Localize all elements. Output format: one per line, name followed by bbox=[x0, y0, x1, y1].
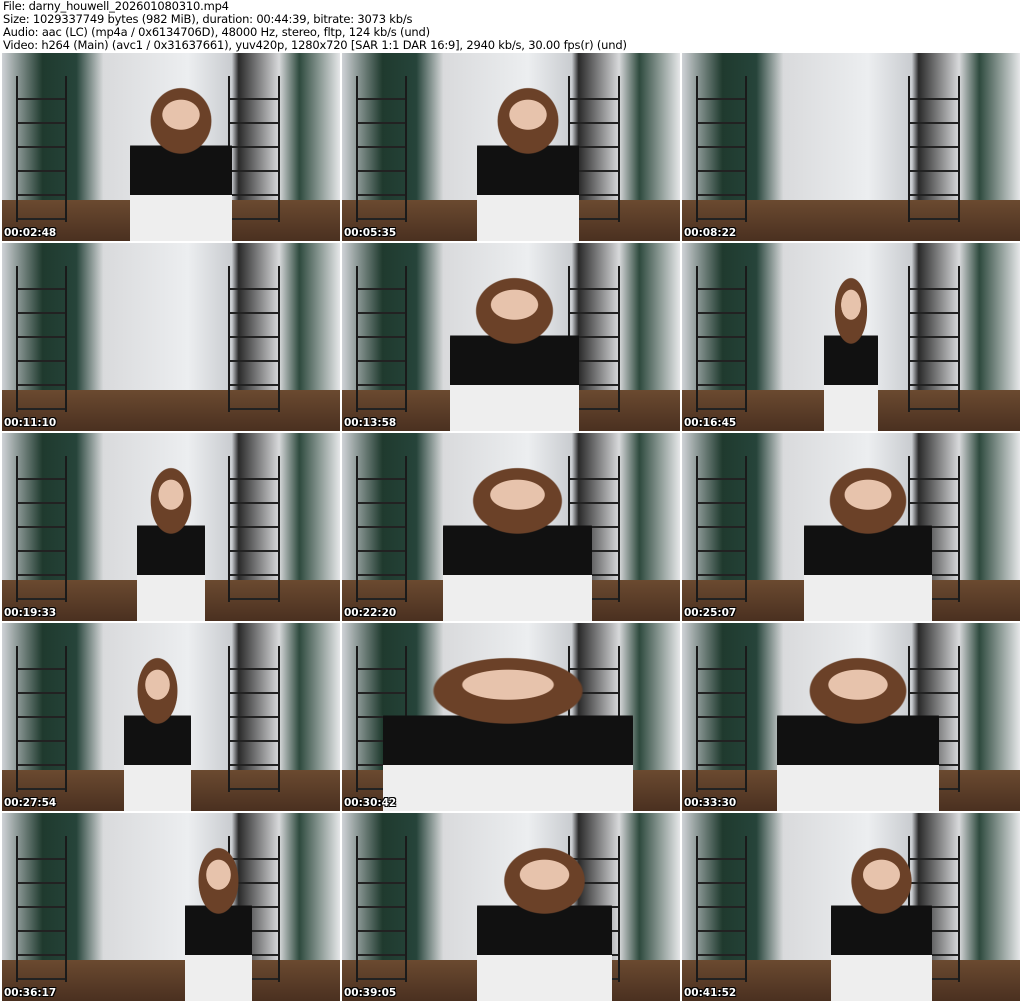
person bbox=[477, 86, 579, 241]
video-thumbnail[interactable]: 00:30:42 bbox=[342, 623, 680, 811]
person bbox=[130, 86, 232, 241]
shelf bbox=[15, 75, 67, 223]
video-thumbnail[interactable]: 00:25:07 bbox=[682, 433, 1020, 621]
shelf bbox=[355, 835, 407, 983]
video-thumbnail[interactable]: 00:16:45 bbox=[682, 243, 1020, 431]
timestamp: 00:39:05 bbox=[344, 987, 397, 999]
person bbox=[823, 276, 879, 431]
video-thumbnail[interactable]: 00:39:05 bbox=[342, 813, 680, 1001]
person bbox=[450, 276, 579, 431]
video-thumbnail[interactable]: 00:11:10 bbox=[2, 243, 340, 431]
person bbox=[137, 466, 205, 621]
shelf bbox=[695, 835, 747, 983]
person bbox=[382, 656, 633, 811]
shelf bbox=[355, 75, 407, 223]
file-info-header: File: darny_houwell_202601080310.mp4 Siz… bbox=[3, 0, 627, 52]
video-thumbnail[interactable]: 00:19:33 bbox=[2, 433, 340, 621]
person bbox=[477, 846, 613, 1001]
video-thumbnail[interactable]: 00:27:54 bbox=[2, 623, 340, 811]
person bbox=[123, 656, 192, 811]
video-thumbnail[interactable]: 00:22:20 bbox=[342, 433, 680, 621]
shelf bbox=[228, 75, 280, 223]
timestamp: 00:27:54 bbox=[4, 797, 57, 809]
shelf bbox=[908, 265, 960, 413]
shelf bbox=[15, 265, 67, 413]
shelf bbox=[355, 265, 407, 413]
timestamp: 00:41:52 bbox=[684, 987, 737, 999]
video-thumbnail[interactable]: 00:13:58 bbox=[342, 243, 680, 431]
thumbnail-grid: 00:02:48 00:05:35 00:08:22 00:11:10 00:1… bbox=[2, 53, 1020, 1001]
shelf bbox=[15, 645, 67, 793]
shelf bbox=[355, 455, 407, 603]
shelf bbox=[228, 645, 280, 793]
timestamp: 00:13:58 bbox=[344, 417, 397, 429]
timestamp: 00:36:17 bbox=[4, 987, 57, 999]
timestamp: 00:11:10 bbox=[4, 417, 57, 429]
shelf bbox=[15, 835, 67, 983]
video-thumbnail[interactable]: 00:02:48 bbox=[2, 53, 340, 241]
timestamp: 00:19:33 bbox=[4, 607, 57, 619]
timestamp: 00:05:35 bbox=[344, 227, 397, 239]
person bbox=[830, 846, 933, 1001]
shelf bbox=[695, 645, 747, 793]
shelf bbox=[695, 265, 747, 413]
timestamp: 00:22:20 bbox=[344, 607, 397, 619]
person bbox=[443, 466, 593, 621]
shelf bbox=[228, 265, 280, 413]
video-thumbnail[interactable]: 00:41:52 bbox=[682, 813, 1020, 1001]
timestamp: 00:08:22 bbox=[684, 227, 737, 239]
shelf bbox=[228, 455, 280, 603]
timestamp: 00:25:07 bbox=[684, 607, 737, 619]
video-thumbnail[interactable]: 00:36:17 bbox=[2, 813, 340, 1001]
timestamp: 00:30:42 bbox=[344, 797, 397, 809]
person bbox=[803, 466, 933, 621]
shelf bbox=[15, 455, 67, 603]
video-thumbnail[interactable]: 00:05:35 bbox=[342, 53, 680, 241]
timestamp: 00:16:45 bbox=[684, 417, 737, 429]
person bbox=[184, 846, 253, 1001]
video-info: Video: h264 (Main) (avc1 / 0x31637661), … bbox=[3, 38, 627, 52]
video-thumbnail[interactable]: 00:08:22 bbox=[682, 53, 1020, 241]
video-thumbnail[interactable]: 00:33:30 bbox=[682, 623, 1020, 811]
shelf bbox=[695, 455, 747, 603]
shelf bbox=[908, 75, 960, 223]
person bbox=[776, 656, 939, 811]
timestamp: 00:02:48 bbox=[4, 227, 57, 239]
timestamp: 00:33:30 bbox=[684, 797, 737, 809]
shelf bbox=[695, 75, 747, 223]
